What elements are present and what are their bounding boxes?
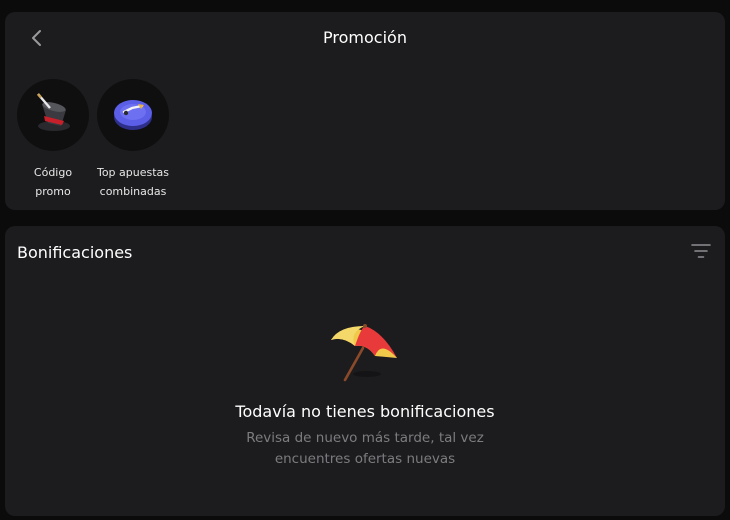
top-combined-bets-label: Top apuestas combinadas [96,166,170,198]
top-combined-bets-icon-circle [97,79,169,151]
trophy-disc-icon [108,88,158,142]
beach-umbrella-icon [325,318,405,388]
bonuses-title: Bonificaciones [17,243,133,262]
bonuses-card: Bonificaciones Todavía no tienes bonific… [5,226,725,516]
filter-icon [691,243,711,263]
magic-hat-icon [28,88,78,142]
promo-code-label: Código promo [33,166,73,198]
page-title: Promoción [323,28,407,47]
empty-state-title: Todavía no tienes bonificaciones [235,402,495,421]
filter-button[interactable] [689,242,713,264]
top-combined-bets-shortcut[interactable]: Top apuestas combinadas [88,79,178,201]
empty-state-description: Revisa de nuevo más tarde, tal vez encue… [246,430,484,467]
promotions-header-card: Promoción Código promo Top apuestas comb… [5,12,725,210]
promotions-page: Promoción Código promo Top apuestas comb… [0,0,730,520]
promo-code-shortcut[interactable]: Código promo [8,79,98,201]
promo-code-icon-circle [17,79,89,151]
